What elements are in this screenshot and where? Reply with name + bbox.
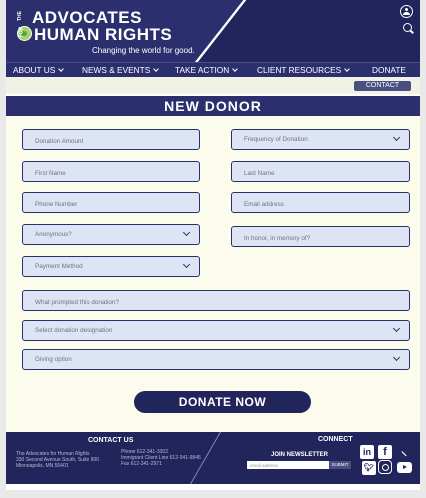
anonymous-select[interactable]: Anonymous? <box>22 224 200 245</box>
facebook-icon[interactable]: f <box>378 445 392 459</box>
logo-line2[interactable]: HUMAN RIGHTS <box>34 25 172 45</box>
payment-method-select-label: Payment Method <box>35 263 83 270</box>
tagline: Changing the world for good. <box>92 46 195 55</box>
blog-icon[interactable]: ⸜ <box>396 443 412 459</box>
site-footer: CONTACT US The Advocates for Human Right… <box>6 432 420 484</box>
donate-now-button[interactable]: DONATE NOW <box>134 391 311 413</box>
newsletter-title: JOIN NEWSLETTER <box>271 452 329 458</box>
footer-phones: Phone 612-341-3302 Immigrant Client Line… <box>121 449 201 467</box>
anonymous-select-label: Anonymous? <box>35 231 72 238</box>
chevron-down-icon <box>58 65 65 72</box>
payment-method-select[interactable]: Payment Method <box>22 256 200 277</box>
site-header: THE ADVOCATES FOR HUMAN RIGHTS Changing … <box>6 0 420 62</box>
email-field[interactable] <box>231 192 410 214</box>
donation-form: Frequency of Donation Anonymous? Payment… <box>6 116 420 432</box>
chevron-down-icon <box>182 228 191 237</box>
youtube-icon[interactable] <box>397 462 412 473</box>
giving-option-select[interactable]: Giving option <box>22 349 410 370</box>
nav-item-take-action[interactable]: TAKE ACTION <box>175 65 239 75</box>
donation-amount-input[interactable] <box>23 132 199 151</box>
nav-item-donate[interactable]: DONATE <box>372 65 406 75</box>
nav-label: NEWS & EVENTS <box>82 65 151 75</box>
page-frame: THE ADVOCATES FOR HUMAN RIGHTS Changing … <box>6 0 420 490</box>
nav-item-client-resources[interactable]: CLIENT RESOURCES <box>257 65 351 75</box>
phone-line: Fax 612-341-2971 <box>121 461 162 467</box>
newsletter-email-input[interactable] <box>247 461 329 469</box>
address-line: Minneapolis, MN 55401 <box>16 463 69 469</box>
nav-label: ABOUT US <box>13 65 56 75</box>
designation-select[interactable]: Select donation designation <box>22 320 410 341</box>
nav-item-news-events[interactable]: NEWS & EVENTS <box>82 65 160 75</box>
email-input[interactable] <box>232 195 409 214</box>
footer-address: The Advocates for Human Rights 330 Secon… <box>16 451 99 469</box>
nav-item-about-us[interactable]: ABOUT US <box>13 65 65 75</box>
chevron-down-icon <box>232 65 239 72</box>
prompted-input[interactable] <box>23 293 409 312</box>
page-title: NEW DONOR <box>164 98 262 114</box>
chevron-down-icon <box>182 260 191 269</box>
footer-contact-title: CONTACT US <box>88 437 134 444</box>
phone-field[interactable] <box>22 192 200 214</box>
newsletter-submit-button[interactable]: SUBMIT <box>329 461 351 469</box>
user-account-icon[interactable] <box>400 5 413 18</box>
chevron-down-icon <box>392 133 401 142</box>
nav-label: DONATE <box>372 65 406 75</box>
logo-for: FOR <box>18 26 25 38</box>
chevron-down-icon <box>392 324 401 333</box>
chevron-down-icon <box>392 353 401 362</box>
prompted-field[interactable] <box>22 290 410 312</box>
search-icon[interactable] <box>403 23 412 32</box>
last-name-field[interactable] <box>231 161 410 183</box>
chevron-down-icon <box>344 65 351 72</box>
last-name-input[interactable] <box>232 164 409 183</box>
main-nav: ABOUT US NEWS & EVENTS TAKE ACTION CLIEN… <box>6 62 420 77</box>
title-bar: NEW DONOR <box>6 96 420 116</box>
phone-input[interactable] <box>23 195 199 214</box>
frequency-select[interactable]: Frequency of Donation <box>231 129 410 150</box>
contact-strip: CONTACT <box>6 77 420 94</box>
nav-label: TAKE ACTION <box>175 65 230 75</box>
donation-amount-field[interactable] <box>22 129 200 151</box>
footer-connect-title: CONNECT <box>318 436 353 443</box>
nav-label: CLIENT RESOURCES <box>257 65 342 75</box>
logo-the: THE <box>17 11 23 21</box>
first-name-field[interactable] <box>22 161 200 183</box>
instagram-icon[interactable] <box>378 460 392 474</box>
giving-option-select-label: Giving option <box>35 356 72 363</box>
contact-button[interactable]: CONTACT <box>354 81 411 91</box>
twitter-icon[interactable]: 🐦︎ <box>362 461 376 475</box>
chevron-down-icon <box>153 65 160 72</box>
linkedin-icon[interactable]: in <box>360 445 374 459</box>
in-honor-input[interactable] <box>232 229 409 248</box>
designation-select-label: Select donation designation <box>35 327 113 334</box>
in-honor-field[interactable] <box>231 226 410 248</box>
frequency-select-label: Frequency of Donation <box>244 136 308 143</box>
first-name-input[interactable] <box>23 164 199 183</box>
